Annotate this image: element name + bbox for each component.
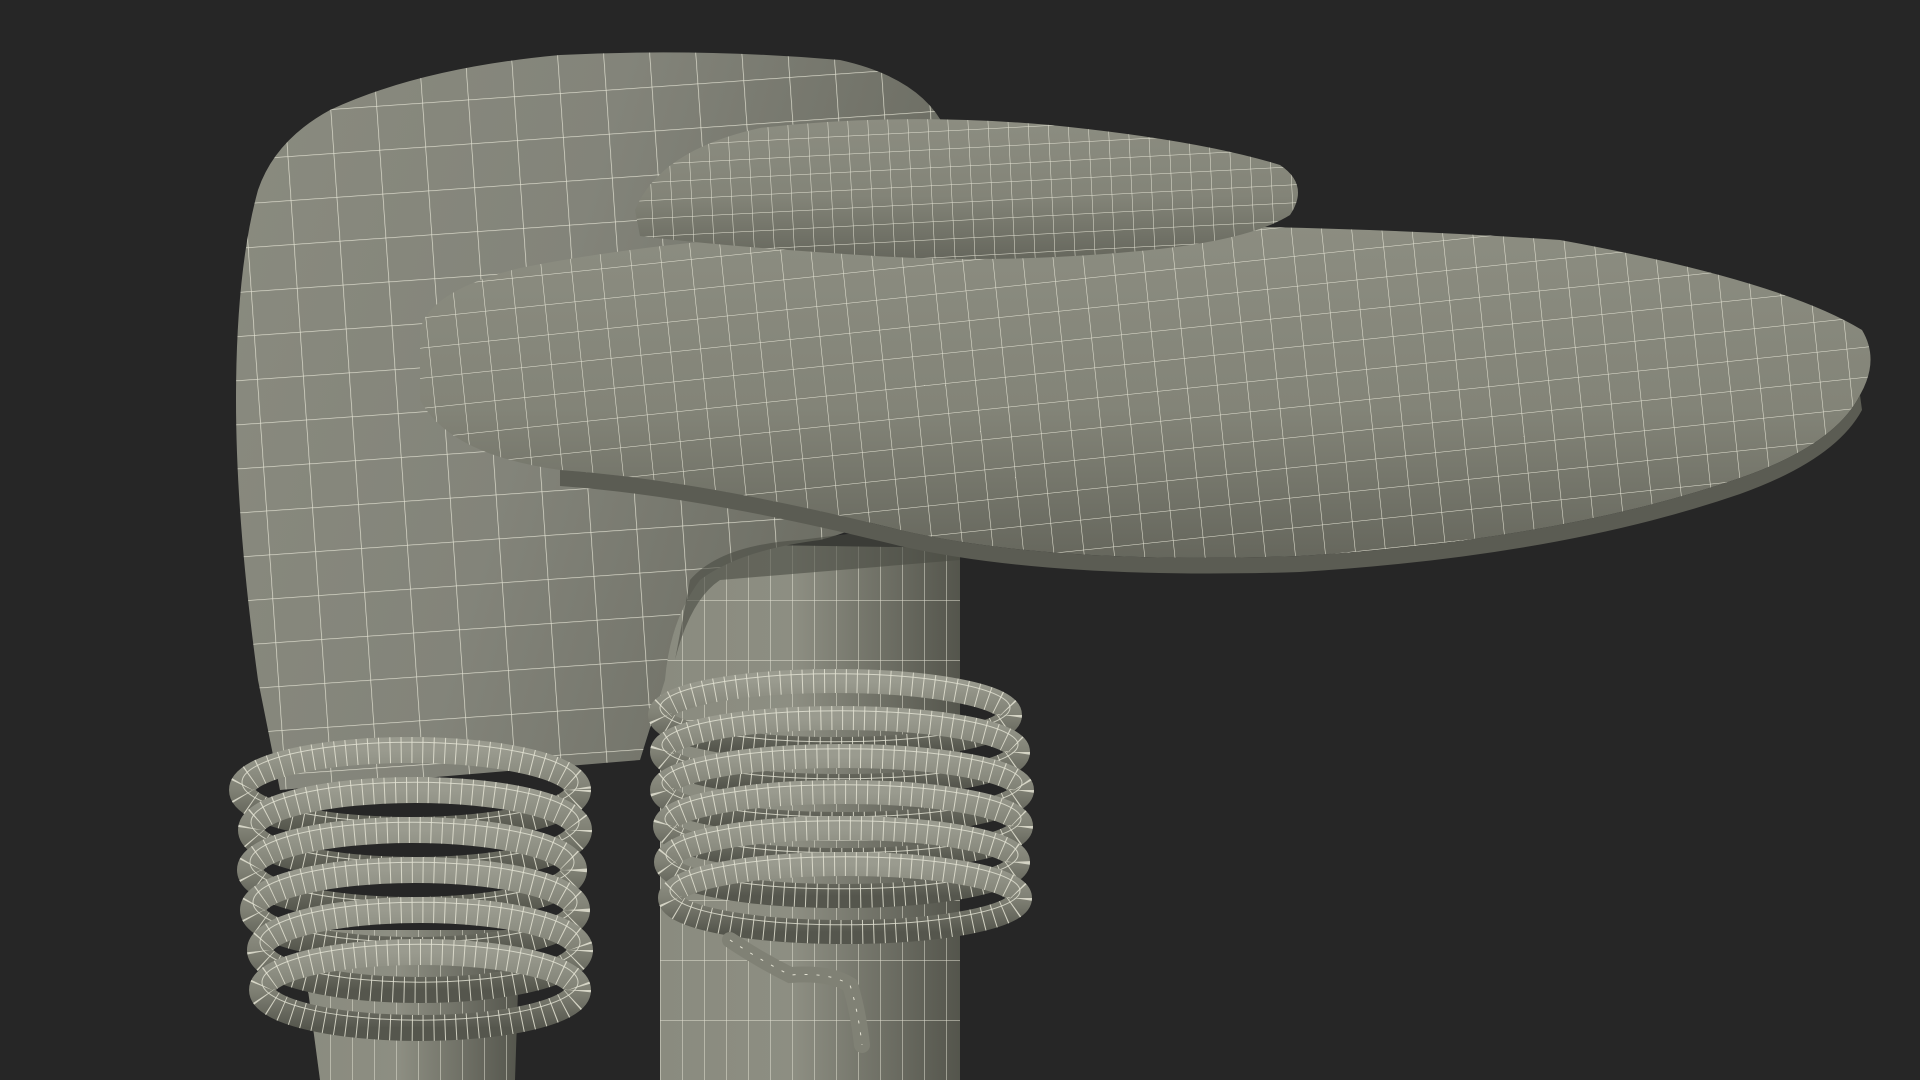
- upper-leaf: [635, 119, 1298, 259]
- viewport: [0, 0, 1920, 1080]
- wireframe-model-render: [229, 52, 1871, 1080]
